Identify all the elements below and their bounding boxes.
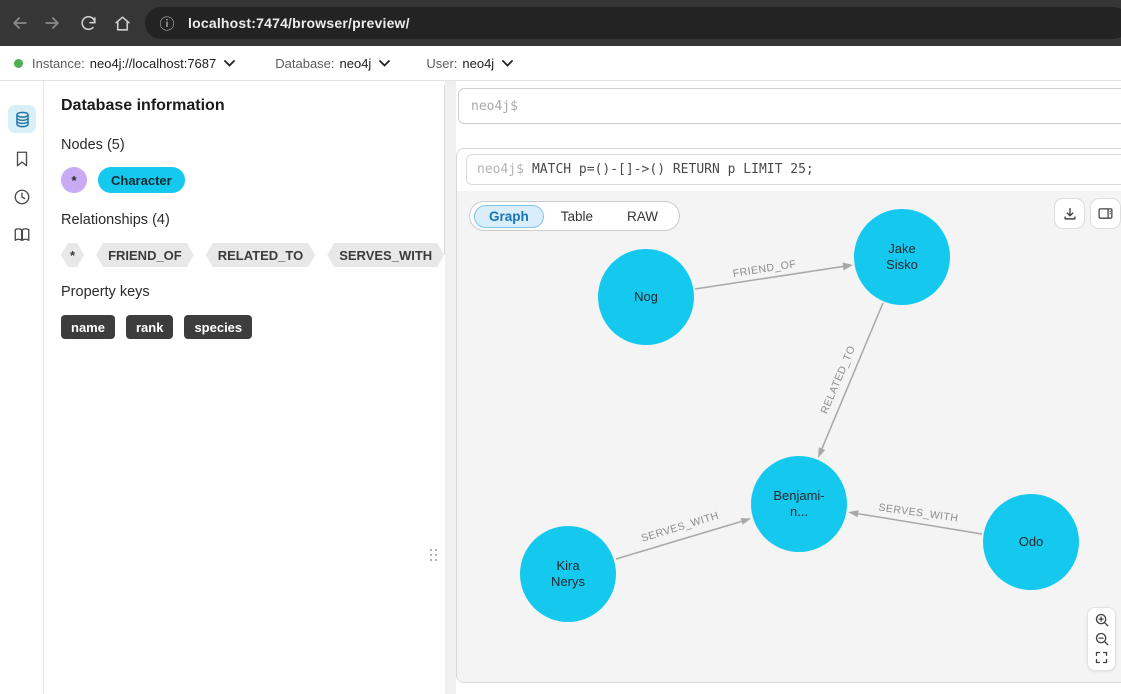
rel-type-pill[interactable]: SERVES_WITH xyxy=(327,243,444,267)
tab-graph[interactable]: Graph xyxy=(474,205,544,228)
sidebar-item-history[interactable] xyxy=(8,183,36,211)
database-info-panel: Database information Nodes (5) * Charact… xyxy=(45,81,444,694)
rel-type-pill[interactable]: FRIEND_OF xyxy=(96,243,194,267)
edge-label-friend-of: FRIEND_OF xyxy=(732,258,797,280)
url-bar[interactable]: ⓘ localhost:7474/browser/preview/ xyxy=(145,7,1121,39)
frame-query-text: MATCH p=()-[]->() RETURN p LIMIT 25; xyxy=(532,162,814,177)
panel-title: Database information xyxy=(61,97,225,115)
fit-to-screen-button[interactable] xyxy=(1091,649,1113,667)
node-label-line: Nerys xyxy=(551,574,585,590)
instance-label: Instance: xyxy=(32,56,85,71)
sidebar-rail xyxy=(0,81,44,694)
node-label-line: n... xyxy=(790,504,808,520)
property-key-pill[interactable]: rank xyxy=(126,315,173,339)
graph-node-jake-sisko[interactable]: Jake Sisko xyxy=(854,209,950,305)
user-value: neo4j xyxy=(462,56,494,71)
connection-status-icon xyxy=(14,59,23,68)
zoom-in-button[interactable] xyxy=(1091,611,1113,629)
neo4j-browser-page: ⓘ localhost:7474/browser/preview/ Instan… xyxy=(0,0,1121,694)
bookmark-icon xyxy=(13,150,31,168)
node-label-line: Jake xyxy=(888,241,915,257)
zoom-controls xyxy=(1087,607,1116,671)
result-frame: neo4j$ MATCH p=()-[]->() RETURN p LIMIT … xyxy=(456,148,1121,683)
forward-icon[interactable] xyxy=(40,11,64,35)
frame-header: neo4j$ MATCH p=()-[]->() RETURN p LIMIT … xyxy=(457,149,1121,191)
cypher-editor-input[interactable]: neo4j$ xyxy=(458,88,1121,124)
graph-node-odo[interactable]: Odo xyxy=(983,494,1079,590)
property-key-pill[interactable]: species xyxy=(184,315,252,339)
node-label-pill[interactable]: Character xyxy=(98,167,185,193)
sidebar-item-bookmarks[interactable] xyxy=(8,145,36,173)
node-label-line: Odo xyxy=(1019,534,1044,550)
frame-query-echo[interactable]: neo4j$ MATCH p=()-[]->() RETURN p LIMIT … xyxy=(466,154,1121,185)
reload-icon[interactable] xyxy=(76,11,100,35)
site-info-icon[interactable]: ⓘ xyxy=(157,13,177,33)
edge-label-serves-with-2: SERVES_WITH xyxy=(878,501,959,524)
book-icon xyxy=(13,226,31,244)
database-dropdown[interactable]: Database: neo4j xyxy=(275,56,390,71)
rel-type-all-pill[interactable]: * xyxy=(61,243,84,267)
chevron-down-icon xyxy=(502,60,513,67)
side-panel-button[interactable] xyxy=(1090,198,1121,229)
database-value: neo4j xyxy=(340,56,372,71)
url-text: localhost:7474/browser/preview/ xyxy=(188,15,410,31)
browser-chrome: ⓘ localhost:7474/browser/preview/ xyxy=(0,0,1121,46)
nodes-heading: Nodes (5) xyxy=(61,137,125,153)
editor-prompt: neo4j$ xyxy=(471,99,518,114)
download-icon xyxy=(1062,206,1078,222)
panel-resize-handle[interactable] xyxy=(430,549,441,565)
sidebar-item-database[interactable] xyxy=(8,105,36,133)
relationships-heading: Relationships (4) xyxy=(61,212,170,228)
tab-raw[interactable]: RAW xyxy=(610,205,675,228)
rel-type-pill[interactable]: RELATED_TO xyxy=(206,243,315,267)
frame-prompt: neo4j$ xyxy=(477,162,524,177)
zoom-in-icon xyxy=(1094,612,1110,628)
instance-dropdown[interactable]: Instance: neo4j://localhost:7687 xyxy=(0,56,235,71)
tab-table[interactable]: Table xyxy=(544,205,610,228)
home-icon[interactable] xyxy=(110,11,134,35)
connection-bar: Instance: neo4j://localhost:7687 Databas… xyxy=(0,46,1121,81)
node-label-all-pill[interactable]: * xyxy=(61,167,87,193)
user-label: User: xyxy=(426,56,457,71)
main-area: neo4j$ neo4j$ MATCH p=()-[]->() RETURN p… xyxy=(456,81,1121,694)
graph-node-nog[interactable]: Nog xyxy=(598,249,694,345)
node-label-line: Sisko xyxy=(886,257,918,273)
clock-icon xyxy=(13,188,31,206)
property-keys-heading: Property keys xyxy=(61,284,150,300)
graph-node-kira-nerys[interactable]: Kira Nerys xyxy=(520,526,616,622)
property-key-pill[interactable]: name xyxy=(61,315,115,339)
zoom-out-icon xyxy=(1094,631,1110,647)
edge-label-related-to: RELATED_TO xyxy=(818,344,858,416)
graph-canvas[interactable]: FRIEND_OF RELATED_TO SERVES_WITH SERVES_… xyxy=(457,191,1121,683)
node-label-line: Benjami- xyxy=(773,488,824,504)
zoom-out-button[interactable] xyxy=(1091,630,1113,648)
node-label-line: Nog xyxy=(634,289,658,305)
side-panel-icon xyxy=(1097,205,1114,222)
chevron-down-icon xyxy=(224,60,235,67)
panel-divider xyxy=(445,81,456,694)
instance-value: neo4j://localhost:7687 xyxy=(90,56,216,71)
database-icon xyxy=(13,110,32,129)
back-icon[interactable] xyxy=(8,11,32,35)
database-label: Database: xyxy=(275,56,334,71)
fit-to-screen-icon xyxy=(1094,650,1109,665)
node-label-line: Kira xyxy=(556,558,579,574)
download-button[interactable] xyxy=(1054,198,1085,229)
result-view-tabs: Graph Table RAW xyxy=(469,201,680,231)
user-dropdown[interactable]: User: neo4j xyxy=(426,56,513,71)
chevron-down-icon xyxy=(379,60,390,67)
sidebar-item-docs[interactable] xyxy=(8,221,36,249)
graph-node-benjamin[interactable]: Benjami- n... xyxy=(751,456,847,552)
